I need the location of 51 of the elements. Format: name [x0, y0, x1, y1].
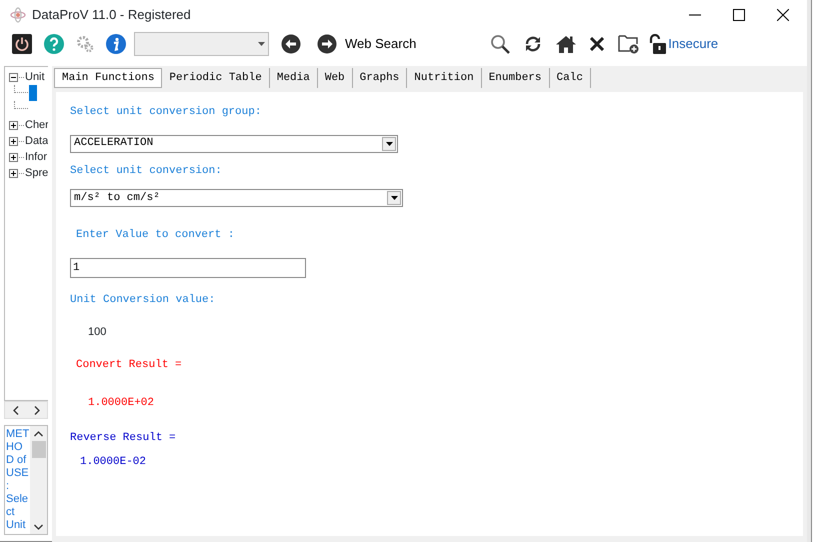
new-folder-icon[interactable] [618, 34, 640, 54]
factor-label: Unit Conversion value: [70, 292, 216, 308]
collapse-icon[interactable] [9, 72, 18, 82]
conversion-dropdown[interactable]: m/s² to cm/s² [70, 189, 403, 207]
web-search-button[interactable]: Web Search [345, 34, 416, 54]
forward-icon[interactable] [317, 34, 337, 54]
security-status: Insecure [668, 35, 718, 54]
close-icon [777, 9, 789, 21]
dropdown-value: m/s² to cm/s² [74, 190, 160, 206]
help-icon[interactable] [44, 34, 64, 54]
refresh-icon[interactable] [524, 35, 542, 53]
group-dropdown[interactable]: ACCELERATION [70, 134, 398, 152]
value-label: Enter Value to convert : [76, 228, 236, 243]
info-icon[interactable] [106, 34, 126, 54]
unlocked-icon[interactable] [648, 34, 666, 54]
result-label: Convert Result = [76, 358, 183, 372]
scroll-thumb[interactable] [32, 441, 46, 458]
back-icon[interactable] [281, 34, 301, 54]
caret-icon [390, 196, 398, 200]
home-icon[interactable] [556, 35, 576, 53]
tree-item[interactable]: Spre [25, 164, 48, 182]
scroll-down-icon[interactable] [34, 524, 43, 530]
scroll-right-icon[interactable] [34, 406, 40, 414]
group-label: Select unit conversion group: [70, 105, 262, 120]
result-value: 1.0000E+02 [88, 396, 156, 411]
dropdown-value: ACCELERATION [74, 136, 154, 152]
reverse-value: 1.0000E-02 [80, 455, 148, 470]
maximize-icon [733, 9, 745, 21]
factor-value: 100 [88, 325, 108, 340]
scroll-left-icon[interactable] [12, 406, 18, 414]
app-logo-icon [10, 7, 26, 23]
tree-item[interactable]: Data [25, 132, 48, 150]
tree-item[interactable]: Unit [25, 68, 45, 86]
expand-icon[interactable] [9, 136, 18, 146]
value-input[interactable]: 1 [70, 258, 306, 278]
search-icon[interactable] [490, 34, 510, 54]
tab[interactable]: Main Functions [54, 68, 162, 88]
power-icon[interactable] [12, 34, 32, 54]
expand-icon[interactable] [9, 120, 18, 130]
caret-icon [258, 42, 265, 46]
tree-item[interactable]: Infor [25, 148, 48, 166]
expand-icon[interactable] [9, 168, 18, 178]
reverse-label: Reverse Result = [70, 430, 177, 446]
scroll-up-icon[interactable] [34, 431, 43, 437]
expand-icon[interactable] [9, 152, 18, 162]
horizontal-scrollbar[interactable] [4, 401, 48, 419]
caret-icon [386, 142, 392, 146]
close-icon[interactable] [590, 37, 604, 51]
help-text: METHOD of USE : Select Unit [5, 426, 30, 534]
window-title: DataProV 11.0 - Registered [32, 6, 191, 24]
conversion-label: Select unit conversion: [70, 164, 223, 178]
